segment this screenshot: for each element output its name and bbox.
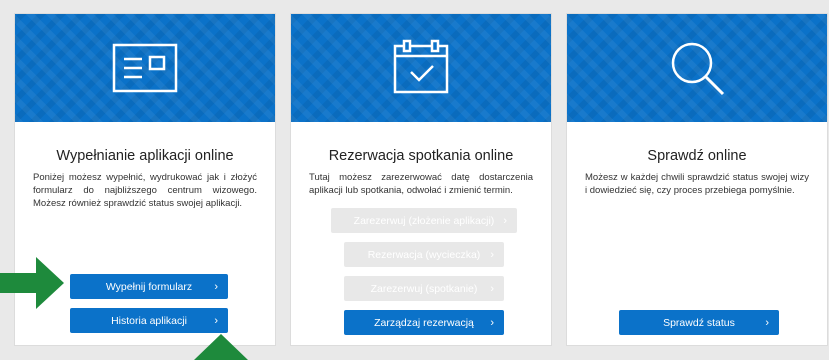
fill-form-button[interactable]: Wypełnij formularz ›	[70, 274, 228, 299]
card-check-status: Sprawdź online Możesz w każdej chwili sp…	[566, 13, 828, 346]
chevron-right-icon: ›	[490, 316, 494, 329]
card-banner	[567, 14, 827, 122]
manage-booking-button[interactable]: Zarządzaj rezerwacją ›	[344, 310, 504, 335]
card-banner	[291, 14, 551, 122]
card-title: Rezerwacja spotkania online	[328, 148, 514, 164]
green-arrow-up-icon	[194, 334, 248, 360]
book-trip-button[interactable]: Rezerwacja (wycieczka) ›	[344, 242, 504, 267]
chevron-right-icon: ›	[214, 280, 218, 293]
chevron-right-icon: ›	[503, 214, 507, 227]
book-meeting-button[interactable]: Zarezerwuj (spotkanie) ›	[344, 276, 504, 301]
card-description: Tutaj możesz zarezerwować datę dostarcze…	[309, 172, 533, 196]
button-label: Zarządzaj rezerwacją	[374, 316, 474, 329]
button-label: Sprawdź status	[663, 316, 735, 329]
book-submission-button[interactable]: Zarezerwuj (złożenie aplikacji) ›	[331, 208, 517, 233]
chevron-right-icon: ›	[490, 248, 494, 261]
card-description: Poniżej możesz wypełnić, wydrukować jak …	[33, 172, 257, 209]
button-label: Rezerwacja (wycieczka)	[367, 248, 481, 261]
card-title: Sprawdź online	[647, 148, 747, 164]
button-label: Historia aplikacji	[111, 314, 187, 327]
button-label: Wypełnij formularz	[105, 280, 193, 293]
magnifier-icon	[671, 42, 725, 96]
chevron-right-icon: ›	[490, 282, 494, 295]
form-icon	[112, 43, 178, 93]
button-label: Zarezerwuj (złożenie aplikacji)	[353, 214, 495, 227]
card-title: Wypełnianie aplikacji online	[56, 148, 234, 164]
card-banner	[15, 14, 275, 122]
card-booking: Rezerwacja spotkania online Tutaj możesz…	[290, 13, 552, 346]
check-status-button[interactable]: Sprawdź status ›	[619, 310, 779, 335]
chevron-right-icon: ›	[214, 314, 218, 327]
application-history-button[interactable]: Historia aplikacji ›	[70, 308, 228, 333]
green-arrow-right-icon	[0, 257, 64, 309]
button-label: Zarezerwuj (spotkanie)	[370, 282, 478, 295]
calendar-check-icon	[393, 39, 449, 94]
chevron-right-icon: ›	[765, 316, 769, 329]
card-description: Możesz w każdej chwili sprawdzić status …	[585, 172, 809, 196]
